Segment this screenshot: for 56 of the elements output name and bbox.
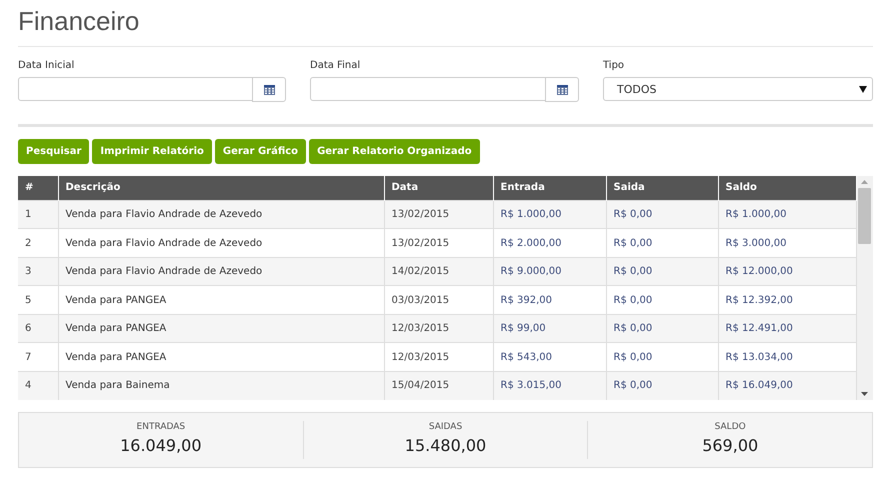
scrollbar[interactable] — [856, 176, 873, 400]
column-header: Saida — [606, 176, 718, 200]
summary-label: SAIDAS — [428, 421, 462, 433]
action-button[interactable]: Gerar Relatorio Organizado — [309, 139, 480, 164]
table-cell: R$ 12.491,00 — [718, 314, 856, 343]
field-label: Data Final — [310, 59, 362, 73]
table-cell: R$ 0,00 — [606, 314, 718, 343]
table-cell: Venda para Flavio Andrade de Azevedo — [58, 200, 384, 229]
table-cell: 1 — [18, 200, 58, 229]
column-header: # — [18, 176, 58, 200]
table-cell: 12/03/2015 — [384, 314, 493, 343]
action-button[interactable]: Gerar Gráfico — [214, 139, 306, 164]
field-label: Data Inicial — [18, 59, 76, 73]
table-cell: R$ 16.049,00 — [718, 371, 856, 400]
caret-icon — [859, 86, 867, 92]
column-header: Entrada — [493, 176, 606, 200]
action-button[interactable]: Pesquisar — [18, 139, 90, 164]
calendar-icon — [264, 84, 274, 94]
table-cell: R$ 3.015,00 — [493, 371, 606, 400]
table-cell: R$ 0,00 — [606, 257, 718, 286]
table-cell: R$ 99,00 — [493, 314, 606, 343]
table-cell: R$ 9.000,00 — [493, 257, 606, 286]
table-cell: Venda para PANGEA — [58, 314, 384, 343]
table-cell: 3 — [18, 257, 58, 286]
summary-value: 16.049,00 — [120, 435, 202, 457]
table-cell: R$ 12.000,00 — [718, 257, 856, 286]
summary-value: 569,00 — [702, 435, 758, 457]
summary-label: SALDO — [714, 421, 746, 433]
table-cell: R$ 0,00 — [606, 371, 718, 400]
summary-label: ENTRADAS — [136, 421, 186, 433]
action-button[interactable]: Imprimir Relatório — [92, 139, 212, 164]
table-cell: Venda para Flavio Andrade de Azevedo — [58, 257, 384, 286]
table-cell: R$ 1.000,00 — [718, 200, 856, 229]
date-field[interactable] — [310, 77, 546, 101]
table-cell: 13/02/2015 — [384, 200, 493, 229]
date-field[interactable] — [18, 77, 253, 101]
summary-value: 15.480,00 — [404, 435, 486, 457]
page-title: Financeiro — [18, 6, 140, 36]
table-cell: R$ 1.000,00 — [493, 200, 606, 229]
scroll-down-icon[interactable] — [861, 392, 868, 396]
scroll-up-icon[interactable] — [861, 180, 868, 184]
table-cell: R$ 0,00 — [606, 200, 718, 229]
calendar-icon — [556, 84, 568, 94]
table-cell: 15/04/2015 — [384, 371, 493, 400]
calendar-button[interactable] — [252, 77, 286, 102]
column-header: Data — [384, 176, 493, 200]
table-cell: Venda para Bainema — [58, 371, 384, 400]
field-label: Tipo — [603, 59, 626, 73]
scrollbar-thumb[interactable] — [858, 188, 872, 244]
calendar-button[interactable] — [545, 77, 579, 102]
column-header: Saldo — [718, 176, 856, 200]
table-cell: 14/02/2015 — [384, 257, 493, 286]
table-cell: 6 — [18, 314, 58, 343]
column-header: Descrição — [58, 176, 384, 200]
table-cell: 4 — [18, 371, 58, 400]
type-dropdown[interactable]: TODOS — [603, 77, 873, 101]
